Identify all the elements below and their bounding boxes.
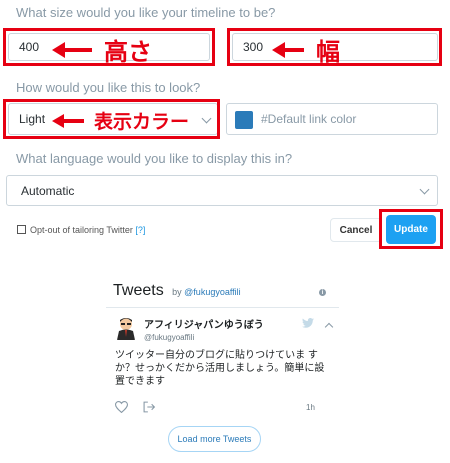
link-color-swatch[interactable] xyxy=(235,111,253,129)
language-select[interactable]: Automatic xyxy=(6,175,438,206)
heart-icon[interactable] xyxy=(115,401,128,413)
width-annotation: 幅 xyxy=(272,32,340,67)
load-more-button[interactable]: Load more Tweets xyxy=(168,426,261,452)
theme-value: Light xyxy=(19,112,46,126)
arrow-left-icon xyxy=(272,41,304,58)
link-color-placeholder: #Default link color xyxy=(261,112,357,126)
height-annotation-text: 高さ xyxy=(104,38,152,66)
link-color-input[interactable]: #Default link color xyxy=(226,103,438,135)
height-value: 400 xyxy=(19,40,40,54)
tweet-author-name[interactable]: アフィリジャパンゆうぼう xyxy=(144,316,264,331)
timeline-by: by @fukugyoaffili xyxy=(172,287,241,297)
timeline-preview: Tweets by @fukugyoaffili i アフィリジャパンゆうぼう … xyxy=(106,276,339,463)
timeline-title: Tweets xyxy=(113,282,164,299)
timeline-header: Tweets by @fukugyoaffili xyxy=(113,282,241,300)
update-button[interactable]: Update xyxy=(386,215,436,244)
cancel-button[interactable]: Cancel xyxy=(330,218,382,242)
tweet-author-handle[interactable]: @fukugyoaffili xyxy=(144,333,194,342)
look-label: How would you like this to look? xyxy=(16,80,201,95)
avatar-image xyxy=(115,316,137,340)
theme-annotation: 表示カラー xyxy=(52,107,189,134)
tweet-text-line: か？せっかくだから活用しましょう。簡単に設 xyxy=(115,363,325,374)
timeline-divider xyxy=(106,307,339,308)
size-label: What size would you like your timeline t… xyxy=(16,5,276,20)
share-icon[interactable] xyxy=(143,401,156,413)
opt-out-text: Opt-out of tailoring Twitter xyxy=(30,225,133,235)
opt-out-label: Opt-out of tailoring Twitter [?] xyxy=(30,225,145,235)
tweet-text-line: 置できます xyxy=(115,376,165,387)
chevron-down-icon xyxy=(201,113,212,124)
twitter-bird-icon[interactable] xyxy=(302,318,314,328)
avatar[interactable] xyxy=(115,316,137,340)
language-value: Automatic xyxy=(21,183,75,198)
arrow-left-icon xyxy=(52,41,92,58)
height-annotation: 高さ xyxy=(52,32,152,67)
tweet-text-line: ツイッター自分のブログに貼りつけていま す xyxy=(115,350,318,361)
tweet-timestamp[interactable]: 1h xyxy=(306,403,315,412)
timeline-handle[interactable]: @fukugyoaffili xyxy=(184,287,241,297)
chevron-down-icon xyxy=(419,184,430,195)
arrow-left-icon xyxy=(52,113,84,128)
language-label: What language would you like to display … xyxy=(16,151,293,166)
width-annotation-text: 幅 xyxy=(316,38,340,66)
width-value: 300 xyxy=(243,40,264,54)
info-icon[interactable]: i xyxy=(319,289,326,296)
tweet-text: ツイッター自分のブログに貼りつけていま す か？せっかくだから活用しましょう。簡… xyxy=(115,349,325,388)
opt-out-checkbox[interactable] xyxy=(17,225,26,234)
theme-annotation-text: 表示カラー xyxy=(94,111,190,133)
chevron-up-icon[interactable] xyxy=(324,322,334,332)
timeline-by-prefix: by xyxy=(172,287,182,297)
opt-out-help-link[interactable]: [?] xyxy=(135,225,145,235)
